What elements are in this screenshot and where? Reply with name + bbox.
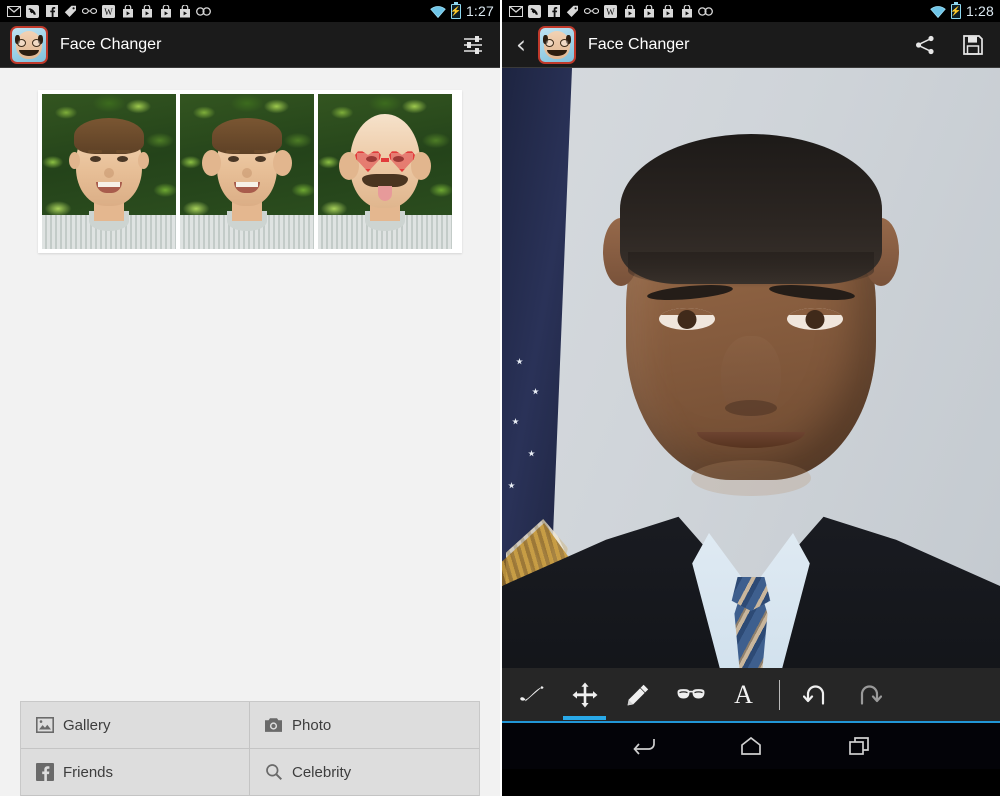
hair [620, 134, 882, 288]
play-store-icon [139, 4, 154, 18]
status-bar-notification-icons: W [508, 4, 713, 18]
play-store-icon [622, 4, 637, 18]
pencil-icon [626, 683, 650, 707]
play-store-icon [641, 4, 656, 18]
tag-icon [565, 4, 580, 18]
left-content: Gallery Photo Friends Celebrity [0, 68, 500, 796]
camera-icon [264, 716, 283, 735]
glasses-icon [584, 4, 599, 18]
move-tool-button[interactable] [561, 672, 608, 720]
nav-back-icon[interactable] [626, 732, 660, 760]
edit-toolbar: A [502, 668, 1000, 723]
celebrity-button[interactable]: Celebrity [250, 749, 479, 796]
settings-sliders-icon[interactable] [460, 32, 486, 58]
wifi-icon [930, 5, 946, 19]
status-bar-system-icons: ⚡ 1:28 [930, 0, 994, 22]
play-store-icon [120, 4, 135, 18]
android-nav-bar-right [502, 723, 1000, 769]
wifi-icon [430, 5, 446, 19]
right-screen: W ⚡ 1:28 ‹ Face Changer A [500, 0, 1000, 796]
status-bar-notification-icons: W [6, 4, 211, 18]
status-bar-left: W ⚡ 1:27 [0, 0, 500, 22]
eye-right [787, 308, 843, 330]
gallery-label: Gallery [63, 716, 111, 734]
tag-icon [63, 4, 78, 18]
svg-text:W: W [606, 7, 615, 17]
save-floppy-icon[interactable] [960, 32, 986, 58]
action-bar-left: Face Changer [0, 22, 500, 68]
status-bar-clock: 1:28 [965, 3, 994, 19]
page-title: Face Changer [588, 35, 690, 53]
text-a-icon: A [734, 679, 753, 709]
page-title: Face Changer [60, 35, 162, 53]
play-store-icon [158, 4, 173, 18]
nose [721, 336, 781, 420]
gmail-icon [6, 4, 21, 18]
link-icon [698, 4, 713, 18]
search-icon [264, 763, 283, 782]
gmail-icon [508, 4, 523, 18]
status-bar-clock: 1:27 [465, 3, 494, 19]
friends-label: Friends [63, 763, 114, 781]
toolbar-divider [779, 679, 780, 710]
draw-tool-button[interactable] [614, 672, 661, 718]
thumbnail-original[interactable] [42, 94, 176, 249]
status-bar-system-icons: ⚡ 1:27 [430, 0, 494, 22]
undo-button[interactable] [792, 672, 839, 718]
play-store-icon [660, 4, 675, 18]
play-store-icon [679, 4, 694, 18]
nav-home-icon[interactable] [734, 732, 768, 760]
pinch-warp-icon [519, 684, 545, 706]
nav-recents-icon[interactable] [842, 732, 876, 760]
left-screen: W ⚡ 1:27 Face Changer Gallery Photo Frie… [0, 0, 500, 796]
move-arrows-icon [572, 682, 598, 708]
portrait-photo [502, 68, 1000, 723]
svg-text:W: W [104, 7, 113, 17]
redo-button[interactable] [845, 672, 892, 718]
props-tool-button[interactable] [667, 672, 714, 718]
play-store-icon [177, 4, 192, 18]
photo-canvas[interactable]: A [502, 68, 1000, 723]
phone-icon [25, 4, 40, 18]
photo-label: Photo [292, 716, 332, 734]
celebrity-label: Celebrity [292, 763, 352, 781]
back-chevron-icon[interactable]: ‹ [512, 32, 530, 57]
gallery-button[interactable]: Gallery [21, 702, 250, 749]
undo-icon [802, 684, 829, 706]
link-icon [196, 4, 211, 18]
text-tool-button[interactable]: A [720, 672, 767, 718]
share-icon[interactable] [912, 32, 938, 58]
facebook-icon [35, 763, 54, 782]
thumbnail-big-ears[interactable] [180, 94, 314, 249]
facebook-icon [546, 4, 561, 18]
friends-button[interactable]: Friends [21, 749, 250, 796]
dual-screenshot: W ⚡ 1:27 Face Changer Gallery Photo Frie… [0, 0, 1000, 796]
action-bar-right: ‹ Face Changer [502, 22, 1000, 68]
glasses-icon [676, 687, 706, 703]
wikipedia-icon: W [603, 4, 618, 18]
battery-charging-icon: ⚡ [450, 1, 462, 19]
eye-left [659, 308, 715, 330]
facebook-icon [44, 4, 59, 18]
heart-glasses-icon [354, 150, 416, 172]
redo-icon [856, 684, 882, 706]
warp-tool-button[interactable] [508, 672, 555, 718]
photo-button[interactable]: Photo [250, 702, 479, 749]
battery-charging-icon: ⚡ [950, 1, 962, 19]
source-buttons: Gallery Photo Friends Celebrity [0, 701, 500, 796]
face-changer-app-icon[interactable] [538, 25, 576, 64]
glasses-icon [82, 4, 97, 18]
gallery-icon [35, 716, 54, 735]
status-bar-right: W ⚡ 1:28 [502, 0, 1000, 22]
chin [691, 460, 811, 496]
thumbnail-funny-face[interactable] [318, 94, 452, 249]
phone-icon [527, 4, 542, 18]
thumbnail-strip [0, 68, 500, 253]
wikipedia-icon: W [101, 4, 116, 18]
face-changer-app-icon[interactable] [10, 25, 48, 64]
